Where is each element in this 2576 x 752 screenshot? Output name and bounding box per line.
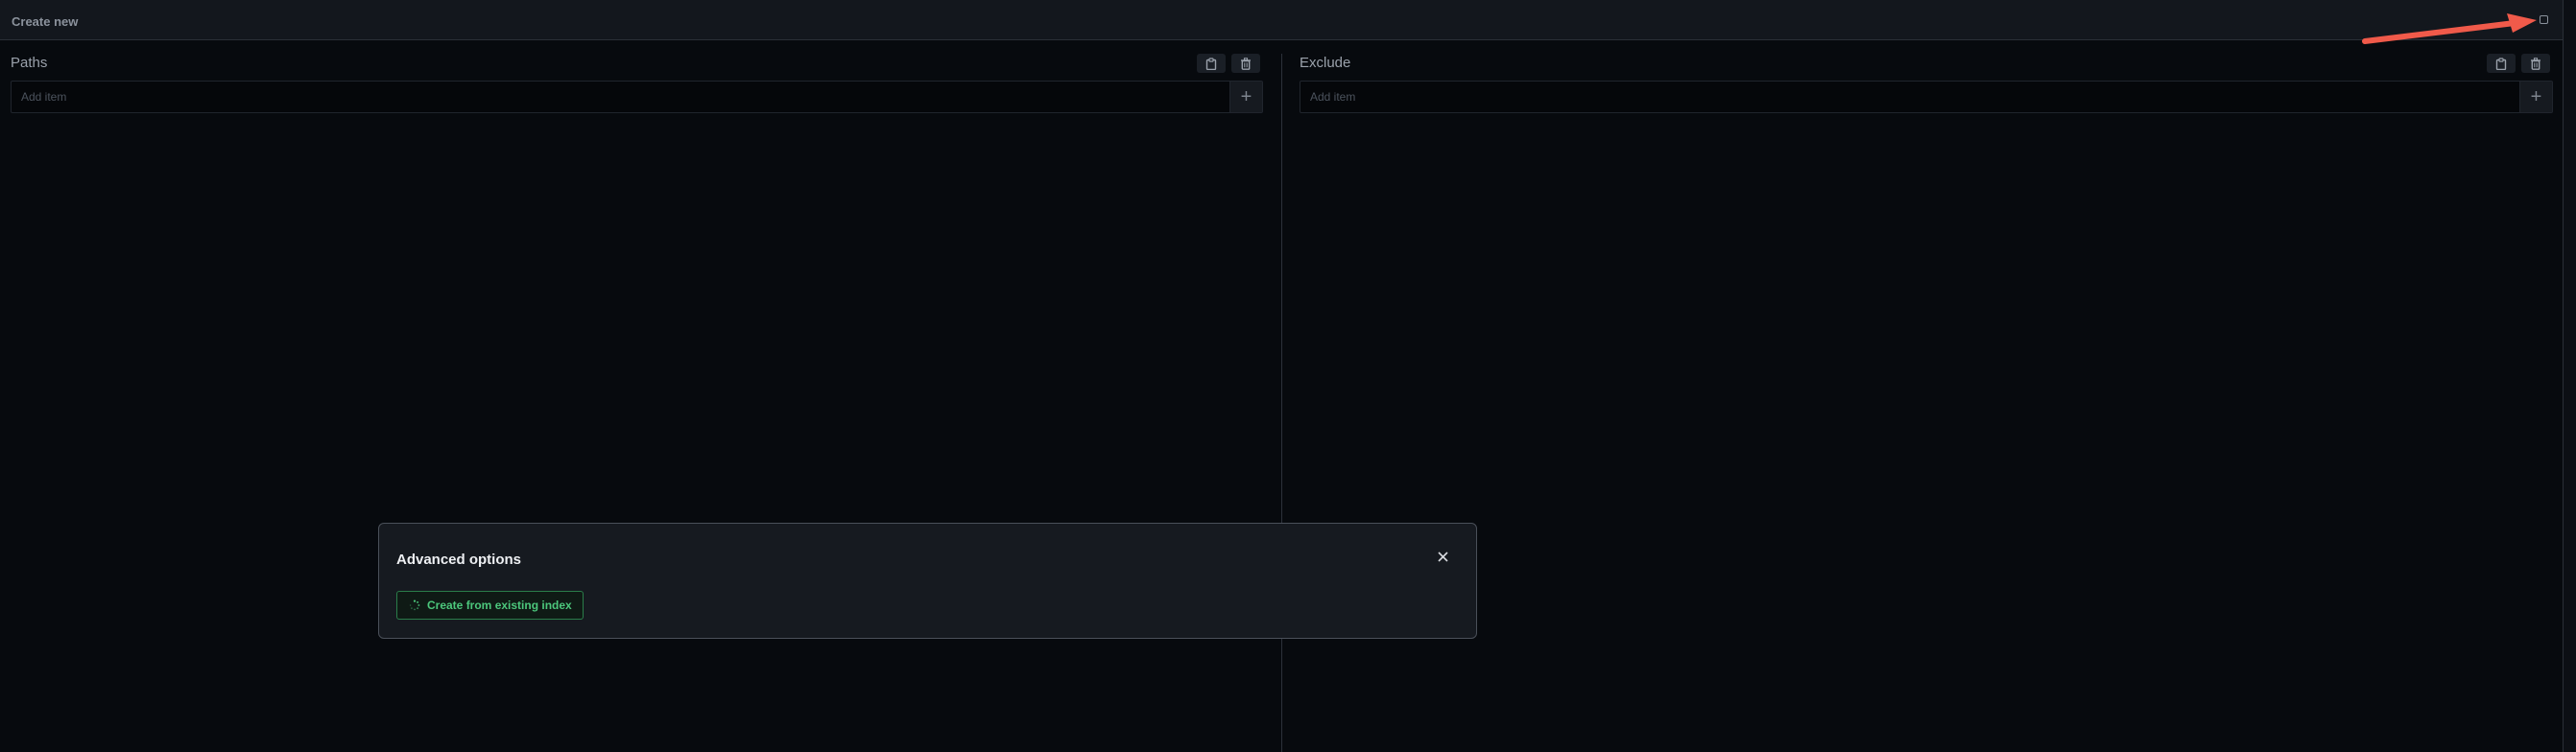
close-icon	[1437, 551, 1448, 562]
paths-add-row: +	[11, 81, 1263, 113]
page-header: Create new	[0, 0, 2563, 40]
clipboard-icon	[1205, 57, 1217, 70]
exclude-add-input[interactable]	[1300, 82, 2519, 112]
spinner-icon	[409, 599, 420, 611]
exclude-label: Exclude	[1300, 55, 1351, 71]
annotation-arrow-icon	[2362, 13, 2537, 44]
paths-clear-button[interactable]	[1231, 54, 1260, 73]
scrollbar[interactable]	[2563, 0, 2576, 752]
trash-icon	[2531, 57, 2540, 70]
paths-add-button[interactable]: +	[1229, 82, 1262, 112]
paths-add-input[interactable]	[12, 82, 1230, 112]
advanced-options-dialog: Advanced options Create from existing in…	[378, 523, 1477, 639]
exclude-clear-button[interactable]	[2521, 54, 2550, 73]
create-from-existing-index-label: Create from existing index	[427, 599, 572, 612]
panel-divider	[1281, 54, 1282, 752]
dialog-close-button[interactable]	[1435, 549, 1450, 564]
exclude-add-row: +	[1300, 81, 2553, 113]
trash-icon	[1241, 57, 1251, 70]
page-title: Create new	[12, 14, 79, 29]
dialog-title: Advanced options	[396, 552, 522, 568]
create-from-existing-index-button[interactable]: Create from existing index	[396, 591, 584, 620]
paths-paste-button[interactable]	[1197, 54, 1226, 73]
exclude-add-button[interactable]: +	[2519, 82, 2552, 112]
exclude-paste-button[interactable]	[2487, 54, 2516, 73]
paths-label: Paths	[11, 55, 48, 71]
clipboard-icon	[2495, 57, 2507, 70]
app-window: Create new Paths + Exclude	[0, 0, 2576, 752]
